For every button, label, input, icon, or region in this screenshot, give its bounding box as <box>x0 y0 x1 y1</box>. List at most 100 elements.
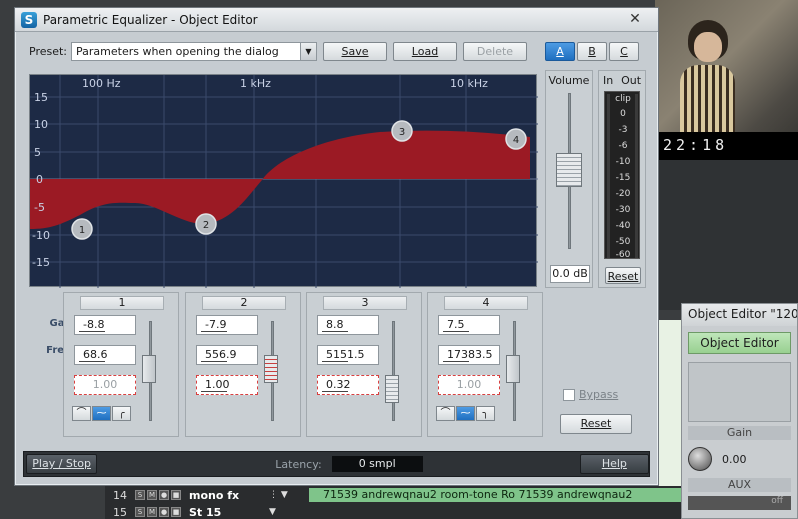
band-freq-field[interactable]: 5151.5 <box>317 345 379 365</box>
secondary-object-editor: Object Editor "1202 Object Editor Gain 0… <box>681 303 798 519</box>
latency-value: 0 smpl <box>331 456 423 472</box>
latency-label: Latency: <box>275 457 322 471</box>
level-meter-panel: In Out clip 0 -3 -6 -10 -15 -20 -30 -40 … <box>598 70 646 288</box>
low-shelf-icon[interactable]: ⌒ <box>436 406 455 421</box>
band-panel-1: 1 -8.8 68.6 1.00 ⌒ ⁓ ╭ <box>63 292 179 437</box>
svg-text:2: 2 <box>203 220 209 231</box>
band-shape-group: ⌒ ⁓ ╭ <box>72 406 131 421</box>
reset-button[interactable]: Reset <box>560 414 632 434</box>
peak-icon[interactable]: ⁓ <box>92 406 111 421</box>
track-dropdown-icon[interactable]: ▼ <box>269 507 309 517</box>
timecode-display: 22:18 <box>655 132 798 160</box>
level-meter: clip 0 -3 -6 -10 -15 -20 -30 -40 -50 -60 <box>604 91 640 260</box>
band-q-field[interactable]: 0.32 <box>317 375 379 395</box>
close-button[interactable]: ✕ <box>620 12 650 28</box>
band-panel-2: 2 -7.9 556.9 1.00 <box>185 292 301 437</box>
db-tick-label: -15 <box>32 256 50 269</box>
solo-icon[interactable]: S <box>135 507 145 517</box>
preset-b-button[interactable]: B <box>577 41 607 61</box>
gain-knob-value: 0.00 <box>722 452 747 466</box>
band-gain-slider-thumb[interactable] <box>142 355 156 383</box>
preset-select[interactable]: Parameters when opening the dialog ▼ <box>71 41 317 61</box>
volume-panel: Volume 0.0 dB <box>545 70 593 288</box>
play-stop-button[interactable]: Play / Stop <box>26 454 98 474</box>
freq-tick-label: 10 kHz <box>450 77 488 90</box>
record-icon[interactable]: ● <box>159 507 169 517</box>
preset-value: Parameters when opening the dialog <box>76 44 279 58</box>
svg-text:4: 4 <box>513 135 519 146</box>
app-logo-icon: S <box>21 11 37 28</box>
band-q-field[interactable]: 1.00 <box>438 375 500 395</box>
band-freq-field[interactable]: 556.9 <box>196 345 258 365</box>
svg-text:1: 1 <box>79 225 85 236</box>
background-panel <box>655 160 798 310</box>
track-list: 14 S M ● ■ mono fx ⋮ ▼ 71539 andrewqnau2 ro… <box>105 486 681 519</box>
band-q-field[interactable]: 1.00 <box>74 375 136 395</box>
high-shelf-icon[interactable]: ╭ <box>112 406 131 421</box>
preset-c-button[interactable]: C <box>609 41 639 61</box>
band-gain-field[interactable]: -7.9 <box>196 315 258 335</box>
band-gain-field[interactable]: 7.5 <box>438 315 500 335</box>
band-freq-field[interactable]: 17383.5 <box>438 345 500 365</box>
object-editor-button[interactable]: Object Editor <box>688 332 791 354</box>
monitor-icon[interactable]: ■ <box>171 507 181 517</box>
bypass-checkbox[interactable] <box>563 388 575 401</box>
track-name: mono fx <box>189 488 240 502</box>
record-icon[interactable]: ● <box>159 490 169 500</box>
band-gain-slider-track[interactable] <box>392 321 395 421</box>
volume-value[interactable]: 0.0 dB <box>550 265 590 283</box>
track-row[interactable]: 14 S M ● ■ mono fx ⋮ ▼ 71539 andrewqnau2 ro… <box>105 487 681 503</box>
band-gain-slider-thumb[interactable] <box>264 355 278 383</box>
track-row[interactable]: 15 S M ● ■ St 15 ▼ <box>105 504 681 519</box>
track-name: St 15 <box>189 505 222 519</box>
band-freq-field[interactable]: 68.6 <box>74 345 136 365</box>
load-button[interactable]: Load <box>393 41 457 61</box>
bypass-toggle[interactable]: Bypass <box>563 388 618 401</box>
parametric-equalizer-dialog: S Parametric Equalizer - Object Editor ✕… <box>14 7 659 486</box>
eq-band-handle-1[interactable]: 1 <box>71 218 93 240</box>
band-number: 4 <box>444 296 528 310</box>
volume-slider-thumb[interactable] <box>556 153 582 187</box>
aux-off-toggle[interactable]: off <box>688 496 791 510</box>
low-shelf-icon[interactable]: ⌒ <box>72 406 91 421</box>
db-tick-label: 5 <box>34 146 41 159</box>
track-clip[interactable]: 71539 andrewqnau2 room-tone Ro 71539 and… <box>309 488 681 502</box>
eq-curve-svg[interactable]: 15 10 5 0 -5 -10 -15 100 Hz 1 kHz 10 kHz… <box>30 75 538 288</box>
band-gain-field[interactable]: 8.8 <box>317 315 379 335</box>
eq-band-handle-4[interactable]: 4 <box>505 128 527 150</box>
peak-icon[interactable]: ⁓ <box>456 406 475 421</box>
svg-text:3: 3 <box>399 127 405 138</box>
freq-tick-label: 1 kHz <box>240 77 271 90</box>
eq-curve-graph[interactable]: 15 10 5 0 -5 -10 -15 100 Hz 1 kHz 10 kHz… <box>29 74 538 288</box>
monitor-icon[interactable]: ■ <box>171 490 181 500</box>
solo-icon[interactable]: S <box>135 490 145 500</box>
freq-tick-label: 100 Hz <box>82 77 121 90</box>
db-tick-label: -10 <box>32 229 50 242</box>
meter-reset-button[interactable]: Reset <box>605 267 641 284</box>
db-tick-label: 10 <box>34 118 48 131</box>
eq-band-handle-3[interactable]: 3 <box>391 120 413 142</box>
preset-a-button[interactable]: A <box>545 41 575 61</box>
gain-knob[interactable] <box>688 447 712 471</box>
delete-button[interactable]: Delete <box>463 41 527 61</box>
dialog-footer: Play / Stop Latency: 0 smpl Help <box>23 451 650 477</box>
eq-band-handle-2[interactable]: 2 <box>195 213 217 235</box>
band-gain-slider-thumb[interactable] <box>385 375 399 403</box>
band-q-field[interactable]: 1.00 <box>196 375 258 395</box>
track-dropdown-icon[interactable]: ⋮ ▼ <box>269 490 309 500</box>
band-gain-slider-thumb[interactable] <box>506 355 520 383</box>
meter-in-label: In <box>602 74 614 87</box>
band-gain-field[interactable]: -8.8 <box>74 315 136 335</box>
save-button[interactable]: Save <box>323 41 387 61</box>
chevron-down-icon[interactable]: ▼ <box>300 42 316 60</box>
aux-header: AUX <box>688 478 791 492</box>
db-tick-label: -5 <box>34 201 45 214</box>
band-panel-4: 4 7.5 17383.5 1.00 ⌒ ⁓ ╮ <box>427 292 543 437</box>
band-number: 1 <box>80 296 164 310</box>
high-shelf-icon[interactable]: ╮ <box>476 406 495 421</box>
band-number: 2 <box>202 296 286 310</box>
mute-icon[interactable]: M <box>147 507 157 517</box>
mute-icon[interactable]: M <box>147 490 157 500</box>
db-tick-label: 0 <box>36 173 43 186</box>
help-button[interactable]: Help <box>579 454 649 474</box>
